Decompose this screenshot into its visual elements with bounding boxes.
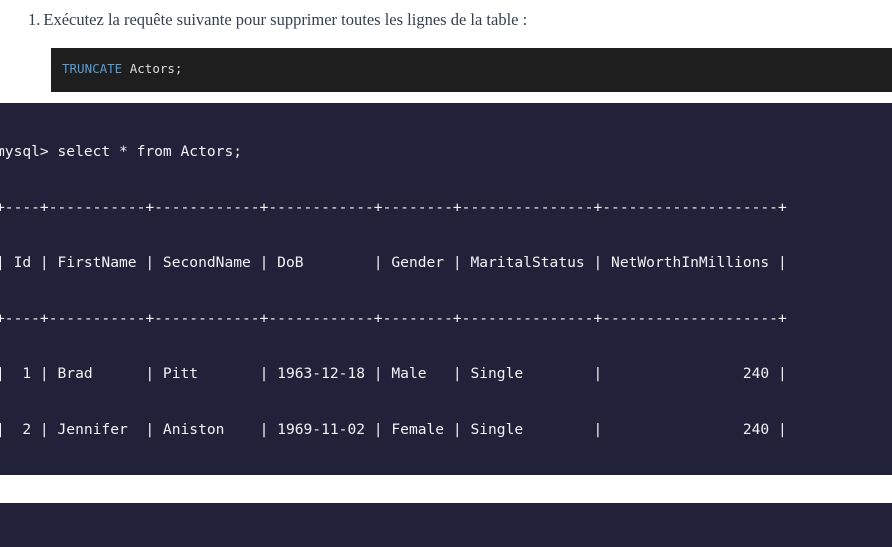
sql-identifier: Actors; <box>122 61 183 76</box>
terminal-output-second[interactable]: mysql> select * from Actors; Empty set (… <box>0 503 892 547</box>
table-rule-top: +----+-----------+------------+---------… <box>0 198 787 216</box>
list-item: 1. Exécutez la requête suivante pour supp… <box>0 8 892 32</box>
instruction-text: Exécutez la requête suivante pour suppri… <box>43 10 528 29</box>
code-block-truncate[interactable]: TRUNCATE Actors; <box>51 48 892 92</box>
terminal-command-select: mysql> select * from Actors; <box>0 143 243 160</box>
terminal-output-main[interactable]: mysql> select * from Actors; +----+-----… <box>0 103 892 475</box>
page-root: 1. Exécutez la requête suivante pour supp… <box>0 0 892 547</box>
table-header-row: | Id | FirstName | SecondName | DoB | Ge… <box>0 254 787 271</box>
table-row: | 2 | Jennifer | Aniston | 1969-11-02 | … <box>0 420 787 438</box>
table-row: | 1 | Brad | Pitt | 1963-12-18 | Male | … <box>0 365 787 382</box>
sql-keyword: TRUNCATE <box>62 61 123 76</box>
table-rule-header: +----+-----------+------------+---------… <box>0 309 787 327</box>
instruction-list: 1. Exécutez la requête suivante pour supp… <box>0 0 892 32</box>
list-item-number: 1. <box>28 10 41 29</box>
